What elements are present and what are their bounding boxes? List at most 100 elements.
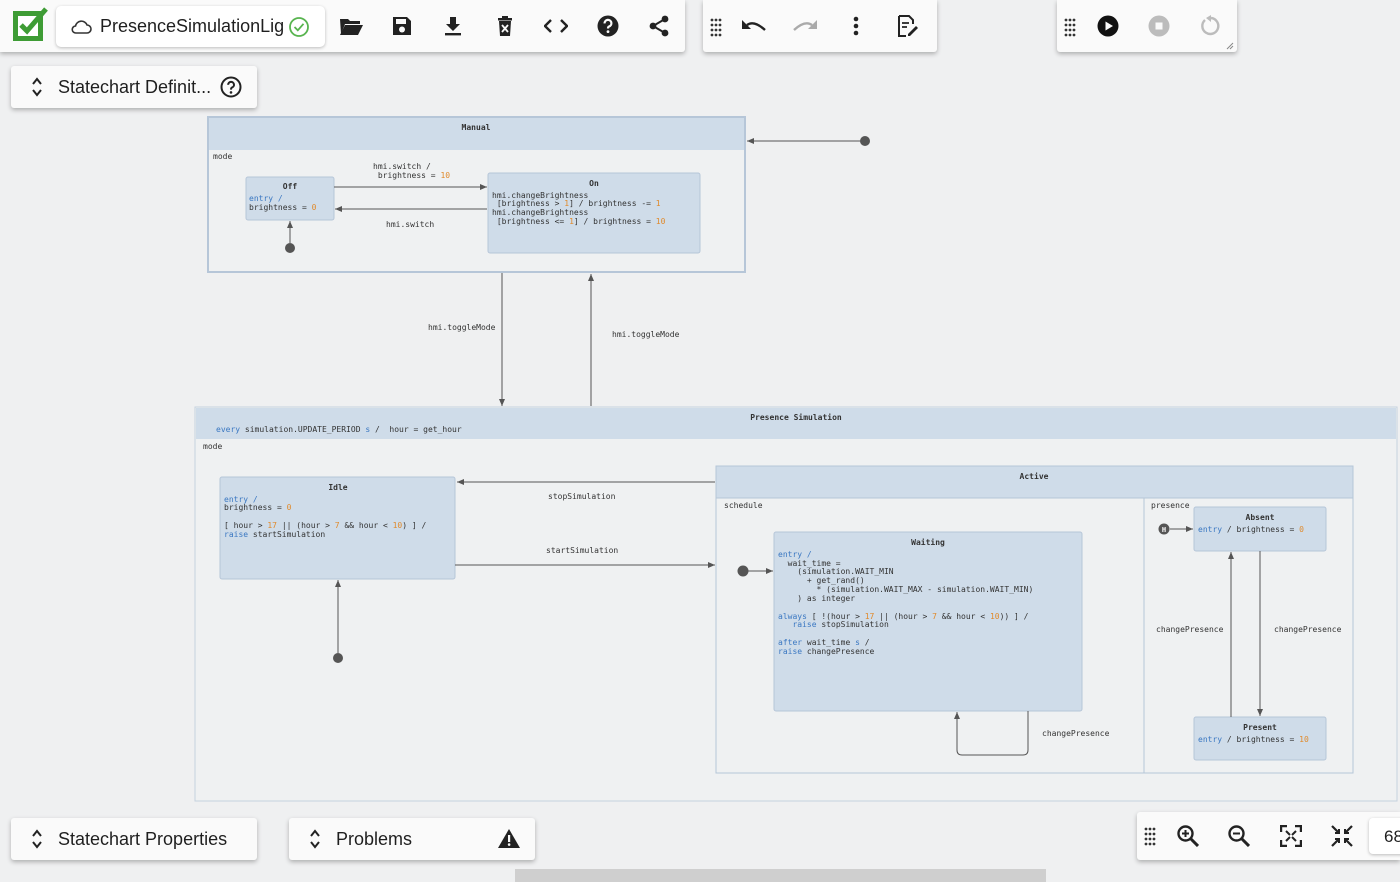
panel-title: Statechart Properties: [58, 829, 228, 849]
panel-title: Statechart Definit...: [58, 77, 212, 97]
svg-text:H: H: [1162, 526, 1166, 534]
drag-handle-icon[interactable]: [1063, 17, 1077, 37]
state-off[interactable]: Off entry / brightness = 0: [245, 176, 335, 221]
transition-label: changePresence: [1274, 625, 1342, 634]
help-outline-icon[interactable]: [220, 76, 242, 98]
state-on-title: On: [589, 179, 599, 188]
transition-label: hmi.toggleMode: [612, 330, 680, 339]
cloud-icon: [71, 20, 92, 34]
state-waiting-line: (simulation.WAIT_MIN: [778, 567, 894, 576]
state-waiting-line: ) as integer: [778, 594, 855, 603]
state-absent[interactable]: Absent entry / brightness = 0: [1193, 506, 1327, 552]
state-waiting-raise: raise changePresence: [778, 647, 875, 656]
transition-label: hmi.switch /: [373, 162, 431, 171]
restart-icon[interactable]: [1190, 6, 1230, 46]
state-waiting-title: Waiting: [911, 537, 945, 547]
state-waiting-raise: raise stopSimulation: [778, 620, 889, 629]
expand-collapse-icon[interactable]: [31, 828, 43, 850]
warning-icon: [498, 829, 520, 848]
region-label: mode: [213, 152, 232, 161]
initial-pseudostate: [333, 653, 343, 663]
undo-icon[interactable]: [734, 6, 774, 46]
play-icon[interactable]: [1088, 6, 1128, 46]
help-icon[interactable]: [588, 6, 628, 46]
problems-panel[interactable]: Problems: [289, 818, 535, 860]
file-name[interactable]: PresenceSimulationLig: [100, 16, 284, 37]
state-present-entry: entry / brightness = 10: [1198, 735, 1309, 744]
expand-collapse-icon[interactable]: [31, 76, 43, 98]
transition-label: changePresence: [1156, 625, 1224, 634]
state-absent-entry: entry / brightness = 0: [1198, 525, 1304, 534]
state-on[interactable]: On hmi.changeBrightness [brightness > 1]…: [487, 172, 701, 254]
zoom-level-value[interactable]: 68: [1384, 827, 1400, 847]
simulation-toolbar: [1057, 0, 1237, 52]
edit-toolbar: [703, 0, 937, 52]
resize-handle-icon[interactable]: [1226, 42, 1234, 50]
code-icon[interactable]: [536, 6, 576, 46]
region-label: schedule: [724, 501, 763, 510]
state-idle-title: Idle: [328, 483, 347, 492]
horizontal-scrollbar[interactable]: [515, 869, 1046, 882]
panel-title: Problems: [336, 829, 413, 849]
transition-label: startSimulation: [546, 546, 618, 555]
state-waiting[interactable]: Waiting entry / wait_time = (simulation.…: [773, 531, 1083, 712]
redo-icon[interactable]: [785, 6, 825, 46]
state-waiting-line: * (simulation.WAIT_MAX - simulation.WAIT…: [778, 585, 1033, 594]
state-presence-title: Presence Simulation: [750, 412, 842, 422]
stop-icon[interactable]: [1139, 6, 1179, 46]
state-presence-every: every simulation.UPDATE_PERIOD s / hour …: [216, 425, 462, 434]
zoom-out-icon[interactable]: [1219, 816, 1259, 856]
history-pseudostate: H: [1158, 523, 1170, 535]
saved-check-icon: [289, 17, 309, 37]
state-off-entry: entry /: [249, 194, 283, 203]
state-present-title: Present: [1243, 723, 1277, 732]
statechart-definition-panel[interactable]: Statechart Definit...: [11, 66, 257, 108]
state-on-line4: [brightness <= 1] / brightness = 10: [492, 217, 666, 226]
transition-label: brightness = 10: [373, 171, 450, 180]
transition-label: hmi.switch: [386, 220, 434, 229]
edit-document-icon[interactable]: [888, 6, 928, 46]
main-toolbar: PresenceSimulationLig: [0, 0, 685, 52]
state-manual-title: Manual: [462, 123, 491, 132]
drag-handle-icon[interactable]: [1143, 826, 1157, 846]
open-folder-icon[interactable]: [331, 6, 371, 46]
state-idle-guard: [ hour > 17 || (hour > 7 && hour < 10) ]…: [224, 521, 427, 530]
state-on-line2: [brightness > 1] / brightness -= 1: [492, 199, 661, 208]
drag-handle-icon[interactable]: [709, 17, 723, 37]
transition-label: hmi.toggleMode: [428, 323, 496, 332]
state-waiting-line: + get_rand(): [778, 576, 865, 585]
fit-screen-icon[interactable]: [1271, 816, 1311, 856]
app-logo-icon: [11, 5, 49, 43]
state-idle-brightness: brightness = 0: [224, 503, 292, 512]
collapse-icon[interactable]: [1322, 816, 1362, 856]
region-label: presence: [1151, 501, 1190, 510]
state-off-title: Off: [283, 182, 298, 191]
state-off-action: brightness = 0: [249, 203, 317, 212]
region-label: mode: [203, 442, 222, 451]
statechart-canvas[interactable]: Manual mode Off entry / brightness = 0 O…: [0, 0, 1400, 882]
share-icon[interactable]: [639, 6, 679, 46]
zoom-in-icon[interactable]: [1168, 816, 1208, 856]
zoom-level-field[interactable]: 68: [1369, 818, 1400, 854]
state-waiting-after: after wait_time s /: [778, 638, 870, 647]
initial-pseudostate: [737, 565, 749, 577]
transition-label: stopSimulation: [548, 492, 616, 501]
initial-pseudostate: [285, 243, 295, 253]
save-icon[interactable]: [382, 6, 422, 46]
zoom-toolbar: 68: [1137, 812, 1400, 860]
more-vertical-icon[interactable]: [836, 6, 876, 46]
state-waiting-line: entry /: [778, 550, 812, 559]
state-idle[interactable]: Idle entry / brightness = 0 [ hour > 17 …: [219, 476, 456, 580]
state-absent-title: Absent: [1246, 513, 1275, 522]
statechart-properties-panel[interactable]: Statechart Properties: [11, 818, 257, 860]
state-on-line3: hmi.changeBrightness: [492, 208, 589, 217]
initial-pseudostate: [860, 136, 870, 146]
state-idle-raise: raise startSimulation: [224, 530, 325, 539]
delete-file-icon[interactable]: [485, 6, 525, 46]
state-active-title: Active: [1020, 471, 1049, 481]
transition-label: changePresence: [1042, 729, 1110, 738]
file-title-box[interactable]: PresenceSimulationLig: [56, 6, 325, 47]
expand-collapse-icon[interactable]: [309, 828, 321, 850]
state-present[interactable]: Present entry / brightness = 10: [1193, 716, 1327, 761]
download-icon[interactable]: [433, 6, 473, 46]
